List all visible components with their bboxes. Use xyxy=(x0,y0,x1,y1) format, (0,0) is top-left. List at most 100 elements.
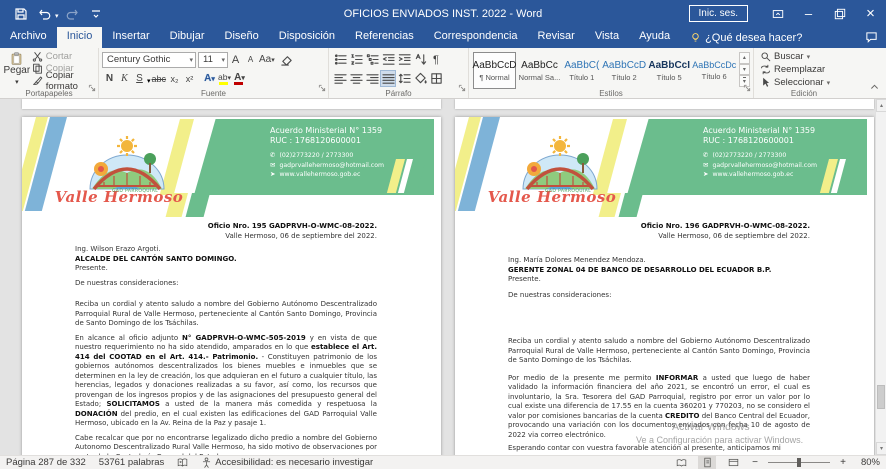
collapse-ribbon-icon[interactable] xyxy=(869,78,880,96)
zoom-out-button[interactable]: − xyxy=(750,457,760,468)
increase-indent-icon[interactable] xyxy=(396,51,412,68)
zoom-level[interactable]: 80% xyxy=(856,457,880,468)
tab-disposicion[interactable]: Disposición xyxy=(269,27,345,48)
comments-icon[interactable] xyxy=(865,27,886,48)
style-titulo-1[interactable]: AaBbC( Título 1 xyxy=(563,52,601,89)
font-name-combo[interactable]: Century Gothic xyxy=(102,52,196,68)
select-button[interactable]: Seleccionar xyxy=(757,76,851,89)
multilevel-list-icon[interactable] xyxy=(364,51,380,68)
paragraph[interactable]: En alcance al oficio adjunto N° GADPRVH-… xyxy=(75,334,377,429)
paragraph[interactable]: Reciba un cordial y atento saludo a nomb… xyxy=(75,300,377,329)
highlight-button[interactable]: ab xyxy=(217,71,232,87)
justify-icon[interactable] xyxy=(380,70,396,87)
oficio-header[interactable]: Oficio Nro. 196 GADPRVH-O-WMC-08-2022. V… xyxy=(508,222,810,241)
print-layout-view-icon[interactable] xyxy=(698,456,716,469)
text-effects-button[interactable]: A xyxy=(202,71,217,87)
undo-icon[interactable] xyxy=(34,3,56,25)
minimize-button[interactable] xyxy=(793,0,824,27)
clipboard-dialog-launcher-icon[interactable] xyxy=(88,79,96,97)
tab-referencias[interactable]: Referencias xyxy=(345,27,424,48)
tell-me-box[interactable]: ¿Qué desea hacer? xyxy=(680,27,812,48)
proofing-status-icon[interactable] xyxy=(177,457,188,468)
style-titulo-2[interactable]: AaBbCcD Título 2 xyxy=(603,52,646,89)
paragraph-dialog-launcher-icon[interactable] xyxy=(458,79,466,97)
customize-qat-icon[interactable] xyxy=(85,3,107,25)
salutation[interactable]: De nuestras consideraciones: xyxy=(508,291,810,301)
bullets-icon[interactable] xyxy=(332,51,348,68)
align-right-icon[interactable] xyxy=(364,70,380,87)
paste-button[interactable]: Pegar xyxy=(3,50,31,87)
style-titulo-5[interactable]: AaBbCcI Título 5 xyxy=(648,52,691,89)
word-count[interactable]: 53761 palabras xyxy=(99,457,165,468)
salutation[interactable]: De nuestras consideraciones: xyxy=(75,279,377,289)
vertical-scrollbar[interactable] xyxy=(875,99,886,455)
zoom-slider[interactable] xyxy=(768,456,830,469)
tab-insertar[interactable]: Insertar xyxy=(102,27,159,48)
change-case-button[interactable]: Aa xyxy=(258,52,276,68)
font-dialog-launcher-icon[interactable] xyxy=(318,79,326,97)
oficio-header[interactable]: Oficio Nro. 195 GADPRVH-O-WMC-08-2022. V… xyxy=(75,222,377,241)
strikethrough-button[interactable]: abc xyxy=(151,71,168,87)
style-normal-sa[interactable]: AaBbCc Normal Sa... xyxy=(518,52,561,89)
superscript-button[interactable]: x² xyxy=(182,71,197,87)
save-icon[interactable] xyxy=(10,3,32,25)
tab-correspondencia[interactable]: Correspondencia xyxy=(424,27,528,48)
tab-archivo[interactable]: Archivo xyxy=(0,27,57,48)
scroll-up-icon[interactable] xyxy=(876,99,886,112)
tab-revisar[interactable]: Revisar xyxy=(528,27,585,48)
show-formatting-marks-icon[interactable] xyxy=(428,51,444,68)
sign-in-button[interactable]: Inic. ses. xyxy=(689,5,748,22)
zoom-slider-thumb[interactable] xyxy=(797,458,801,467)
redo-icon[interactable] xyxy=(61,3,83,25)
tab-vista[interactable]: Vista xyxy=(585,27,629,48)
shading-icon[interactable] xyxy=(412,70,428,87)
styles-scroll-down-icon[interactable] xyxy=(739,64,750,76)
borders-icon[interactable] xyxy=(428,70,444,87)
paragraph[interactable]: Esperando contar con vuestra favorable a… xyxy=(508,444,810,454)
tab-inicio[interactable]: Inicio xyxy=(57,27,103,48)
page-indicator[interactable]: Página 287 de 332 xyxy=(6,457,86,468)
recipient-block[interactable]: Ing. Wilson Erazo Argoti. ALCALDE DEL CA… xyxy=(75,245,377,274)
document-canvas[interactable]: Acuerdo Ministerial N° 1359 RUC : 176812… xyxy=(0,99,886,455)
italic-button[interactable]: K xyxy=(117,71,132,87)
underline-button[interactable]: S xyxy=(132,71,147,87)
find-button[interactable]: Buscar xyxy=(757,50,851,63)
document-page-1[interactable]: Acuerdo Ministerial N° 1359 RUC : 176812… xyxy=(22,117,441,455)
style-titulo-6[interactable]: AaBbCcDc Título 6 xyxy=(693,52,736,89)
web-layout-view-icon[interactable] xyxy=(724,456,742,469)
scroll-down-icon[interactable] xyxy=(876,442,886,455)
numbering-icon[interactable] xyxy=(348,51,364,68)
restore-button[interactable] xyxy=(824,0,855,27)
document-page-2[interactable]: Acuerdo Ministerial N° 1359 RUC : 176812… xyxy=(455,117,874,455)
align-center-icon[interactable] xyxy=(348,70,364,87)
accessibility-status[interactable]: Accesibilidad: es necesario investigar xyxy=(201,457,373,468)
grow-font-button[interactable]: A xyxy=(228,52,243,68)
style-normal[interactable]: AaBbCcD ¶ Normal xyxy=(473,52,516,89)
read-mode-view-icon[interactable] xyxy=(672,456,690,469)
replace-button[interactable]: Reemplazar xyxy=(757,63,851,76)
paragraph[interactable]: Por medio de la presente me permito INFO… xyxy=(508,374,810,441)
tab-diseno[interactable]: Diseño xyxy=(215,27,269,48)
cut-button[interactable]: Cortar xyxy=(31,51,95,63)
paragraph[interactable]: Cabe recalcar que por no encontrarse leg… xyxy=(75,434,377,456)
clear-formatting-icon[interactable] xyxy=(280,53,293,66)
subscript-button[interactable]: x₂ xyxy=(167,71,182,87)
shrink-font-button[interactable]: A xyxy=(243,52,258,68)
tab-ayuda[interactable]: Ayuda xyxy=(629,27,680,48)
recipient-block[interactable]: Ing. María Dolores Menendez Mendoza. GER… xyxy=(508,256,810,285)
font-color-button[interactable]: A xyxy=(232,71,247,87)
align-left-icon[interactable] xyxy=(332,70,348,87)
styles-scroll-up-icon[interactable] xyxy=(739,52,750,64)
scrollbar-thumb[interactable] xyxy=(877,385,885,409)
ribbon-display-options-icon[interactable] xyxy=(762,0,793,27)
styles-dialog-launcher-icon[interactable] xyxy=(743,79,751,97)
paragraph[interactable]: Reciba un cordial y atento saludo a nomb… xyxy=(508,337,810,366)
close-button[interactable] xyxy=(855,0,886,27)
line-spacing-icon[interactable] xyxy=(396,70,412,87)
sort-icon[interactable] xyxy=(412,51,428,68)
bold-button[interactable]: N xyxy=(102,71,117,87)
font-size-combo[interactable]: 11 xyxy=(198,52,228,68)
format-painter-button[interactable]: Copiar formato xyxy=(31,74,95,87)
zoom-in-button[interactable]: + xyxy=(838,457,848,468)
decrease-indent-icon[interactable] xyxy=(380,51,396,68)
